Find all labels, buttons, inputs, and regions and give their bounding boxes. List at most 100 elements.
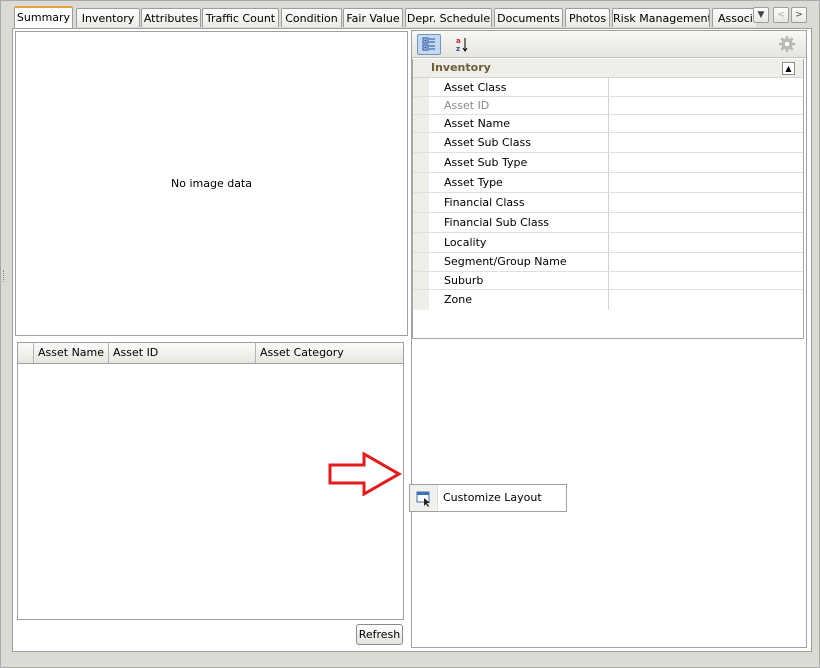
chevron-up-icon: ▲: [785, 64, 792, 73]
tab-condition[interactable]: Condition: [281, 8, 342, 27]
tab-scroll-left-button[interactable]: <: [773, 7, 789, 23]
tab-risk-management[interactable]: Risk Management: [612, 8, 710, 27]
property-name: Asset Type: [429, 173, 609, 192]
property-value[interactable]: [610, 233, 803, 252]
property-name: Financial Sub Class: [429, 213, 609, 232]
row-gutter: [413, 173, 429, 192]
property-name: Locality: [429, 233, 609, 252]
property-value[interactable]: [610, 213, 803, 232]
tab-label: Inventory: [81, 12, 135, 25]
column-header-asset-name[interactable]: Asset Name: [34, 343, 109, 363]
property-row-asset-sub-type[interactable]: Asset Sub Type: [413, 153, 803, 173]
property-value[interactable]: [610, 153, 803, 172]
row-gutter: [413, 193, 429, 212]
tab-label: Documents: [497, 12, 560, 25]
property-value[interactable]: [610, 133, 803, 152]
property-name: Financial Class: [429, 193, 609, 212]
chevron-right-icon: >: [795, 10, 803, 20]
property-row-asset-sub-class[interactable]: Asset Sub Class: [413, 133, 803, 153]
property-row-asset-name[interactable]: Asset Name: [413, 115, 803, 133]
property-name: Asset Class: [429, 78, 609, 96]
row-gutter: [413, 213, 429, 232]
row-indicator-header: [18, 343, 34, 363]
tab-depr-schedule[interactable]: Depr. Schedule: [405, 8, 492, 27]
menu-item-customize-layout[interactable]: Customize Layout: [443, 491, 542, 504]
tab-label: Condition: [285, 12, 338, 25]
property-row-asset-type[interactable]: Asset Type: [413, 173, 803, 193]
categorized-icon: [422, 37, 435, 51]
tab-list-dropdown-button[interactable]: ▼: [753, 7, 769, 23]
context-menu: Customize Layout: [409, 484, 567, 512]
collapse-category-button[interactable]: ▲: [782, 62, 795, 75]
tab-summary[interactable]: Summary: [14, 6, 73, 28]
splitter-grip[interactable]: [3, 270, 6, 282]
customize-layout-icon: [416, 491, 430, 507]
tab-label: Risk Management: [613, 12, 710, 25]
svg-text:a: a: [456, 37, 461, 45]
tab-label: Photos: [568, 12, 607, 25]
property-row-segment-group-name[interactable]: Segment/Group Name: [413, 253, 803, 272]
menu-icon-gutter: [410, 485, 438, 511]
property-value[interactable]: [610, 97, 803, 114]
tab-inventory[interactable]: Inventory: [76, 8, 140, 27]
property-row-suburb[interactable]: Suburb: [413, 272, 803, 290]
row-gutter: [413, 153, 429, 172]
chevron-down-icon: ▼: [757, 10, 765, 20]
tab-label: Attributes: [143, 12, 199, 25]
property-value[interactable]: [610, 290, 803, 310]
property-row-financial-class[interactable]: Financial Class: [413, 193, 803, 213]
alphabetical-sort-button[interactable]: a z: [449, 34, 473, 55]
refresh-button[interactable]: Refresh: [356, 624, 403, 645]
arrow-right-icon: [328, 451, 403, 497]
tab-photos[interactable]: Photos: [565, 8, 610, 27]
tab-label: Traffic Count: [205, 12, 276, 25]
property-row-financial-sub-class[interactable]: Financial Sub Class: [413, 213, 803, 233]
property-row-zone[interactable]: Zone: [413, 290, 803, 310]
property-value[interactable]: [610, 78, 803, 96]
property-name: Asset Name: [429, 115, 609, 132]
tab-label: Summary: [16, 11, 71, 24]
grid-header: Asset Name Asset ID Asset Category: [18, 343, 403, 364]
row-gutter: [413, 253, 429, 271]
category-label: Inventory: [431, 61, 491, 74]
property-grid-toolbar: a z: [412, 31, 806, 58]
tab-traffic-count[interactable]: Traffic Count: [202, 8, 279, 27]
tab-documents[interactable]: Documents: [494, 8, 563, 27]
property-name: Asset Sub Type: [429, 153, 609, 172]
property-value[interactable]: [610, 253, 803, 271]
property-name: Segment/Group Name: [429, 253, 609, 271]
property-row-locality[interactable]: Locality: [413, 233, 803, 253]
tab-associations[interactable]: Associ: [712, 8, 756, 27]
svg-text:z: z: [456, 45, 460, 53]
tab-label: Depr. Schedule: [406, 12, 491, 25]
property-row-asset-id[interactable]: Asset ID: [413, 97, 803, 115]
property-value[interactable]: [610, 115, 803, 132]
property-value[interactable]: [610, 193, 803, 212]
row-gutter: [413, 115, 429, 132]
property-value[interactable]: [610, 272, 803, 289]
tab-fair-value[interactable]: Fair Value: [343, 8, 403, 27]
row-gutter: [413, 233, 429, 252]
property-row-asset-class[interactable]: Asset Class: [413, 78, 803, 97]
column-header-asset-category[interactable]: Asset Category: [256, 343, 403, 363]
property-value[interactable]: [610, 173, 803, 192]
property-name: Asset Sub Class: [429, 133, 609, 152]
property-name: Asset ID: [429, 97, 609, 114]
tab-attributes[interactable]: Attributes: [141, 8, 201, 27]
categorized-view-button[interactable]: [417, 34, 441, 55]
tab-scroll-right-button[interactable]: >: [791, 7, 807, 23]
tab-label: Fair Value: [346, 12, 400, 25]
row-gutter: [413, 97, 429, 114]
row-gutter: [413, 133, 429, 152]
row-gutter: [413, 78, 429, 96]
category-row-inventory[interactable]: Inventory ▲: [413, 59, 803, 78]
chevron-left-icon: <: [777, 10, 785, 20]
gear-icon[interactable]: [778, 35, 796, 56]
red-arrow-annotation: [328, 451, 403, 499]
image-pane: No image data: [15, 31, 408, 336]
column-header-asset-id[interactable]: Asset ID: [109, 343, 256, 363]
row-gutter: [413, 290, 429, 310]
category-gutter: [413, 59, 429, 77]
row-gutter: [413, 272, 429, 289]
no-image-text: No image data: [171, 177, 252, 190]
